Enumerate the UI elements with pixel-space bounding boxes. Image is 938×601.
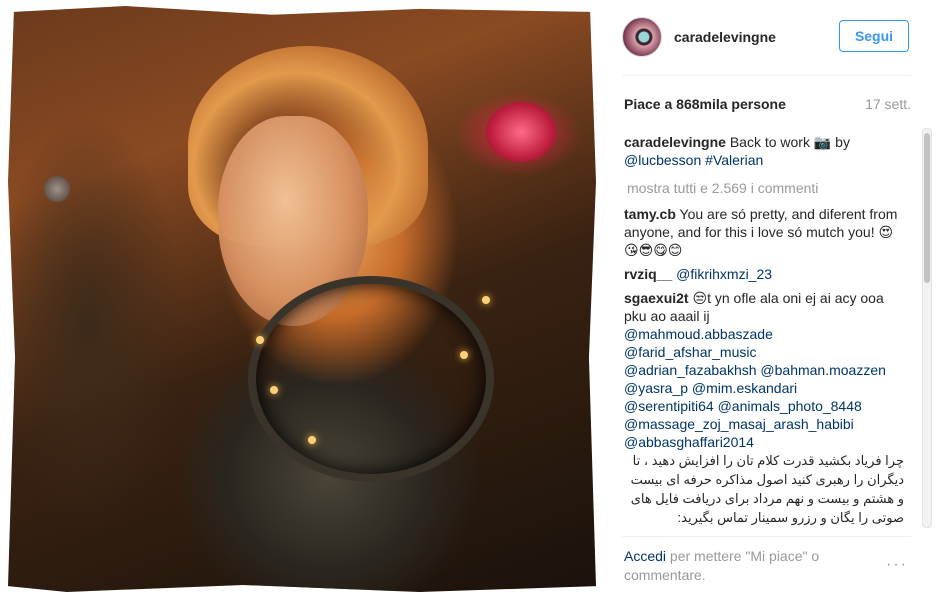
caption-username[interactable]: caradelevingne: [624, 134, 726, 150]
photo-red-lamp: [486, 102, 556, 162]
caption-hashtag[interactable]: #Valerian: [705, 152, 763, 168]
login-link[interactable]: Accedi: [624, 548, 666, 564]
comment-persian-text: چرا فریاد بکشید قدرت کلام تان را افزایش …: [630, 453, 904, 525]
post-photo[interactable]: [8, 6, 596, 592]
avatar[interactable]: [622, 17, 662, 57]
post-header: caradelevingne Segui: [608, 14, 913, 60]
comment: sgaexui2t 😒t yn ofle ala oni ej ai acy o…: [624, 289, 904, 527]
photo-light: [270, 386, 278, 394]
comment-username[interactable]: rvziq__: [624, 266, 672, 282]
photo-light: [482, 296, 490, 304]
photo-light: [308, 436, 316, 444]
comments-list[interactable]: caradelevingne Back to work 📷 by @lucbes…: [624, 133, 904, 528]
follow-button[interactable]: Segui: [839, 20, 909, 52]
scrollbar-thumb[interactable]: [924, 133, 930, 283]
caption-mention[interactable]: @lucbesson: [624, 152, 701, 168]
comment-mention-line[interactable]: @massage_zoj_masaj_arash_habibi: [624, 415, 904, 433]
comment-mention-line[interactable]: @adrian_fazabakhsh @bahman.moazzen: [624, 361, 904, 379]
header-divider: [622, 75, 911, 76]
comment-username[interactable]: sgaexui2t: [624, 290, 689, 306]
post-photo-container: [0, 0, 600, 601]
comment: rvziq__ @fikrihxmzi_23: [624, 265, 904, 283]
comment-mention[interactable]: @fikrihxmzi_23: [676, 266, 772, 282]
show-all-comments-link[interactable]: mostra tutti e 2.569 i commenti: [627, 179, 904, 197]
caption: caradelevingne Back to work 📷 by @lucbes…: [624, 133, 904, 169]
comments-scrollbar[interactable]: [922, 128, 932, 528]
caption-text: Back to work 📷 by: [729, 134, 850, 150]
comment-username[interactable]: tamy.cb: [624, 206, 676, 222]
login-prompt: Accedi per mettere "Mi piace" o commenta…: [624, 547, 849, 585]
ellipsis-icon[interactable]: ···: [886, 556, 908, 574]
likes-row: Piace a 868mila persone 17 sett.: [624, 96, 911, 112]
photo-light: [460, 351, 468, 359]
likes-count[interactable]: Piace a 868mila persone: [624, 96, 786, 112]
photo-bolt: [44, 176, 70, 202]
comment-mention-line[interactable]: @abbasghaffari2014: [624, 433, 904, 451]
comment-mention-line[interactable]: @serentipiti64 @animals_photo_8448: [624, 397, 904, 415]
footer-divider: [622, 536, 911, 537]
post-time[interactable]: 17 sett.: [865, 96, 911, 112]
post-username[interactable]: caradelevingne: [674, 29, 776, 45]
comment-mention-line[interactable]: @yasra_p @mim.eskandari: [624, 379, 904, 397]
post-side-panel: caradelevingne Segui Piace a 868mila per…: [608, 0, 938, 601]
photo-light: [256, 336, 264, 344]
comment-mention-line[interactable]: @farid_afshar_music: [624, 343, 904, 361]
photo-collar: [248, 276, 494, 482]
comment-mention-line[interactable]: @mahmoud.abbaszade: [624, 325, 904, 343]
comment: tamy.cb You are só pretty, and diferent …: [624, 205, 904, 259]
